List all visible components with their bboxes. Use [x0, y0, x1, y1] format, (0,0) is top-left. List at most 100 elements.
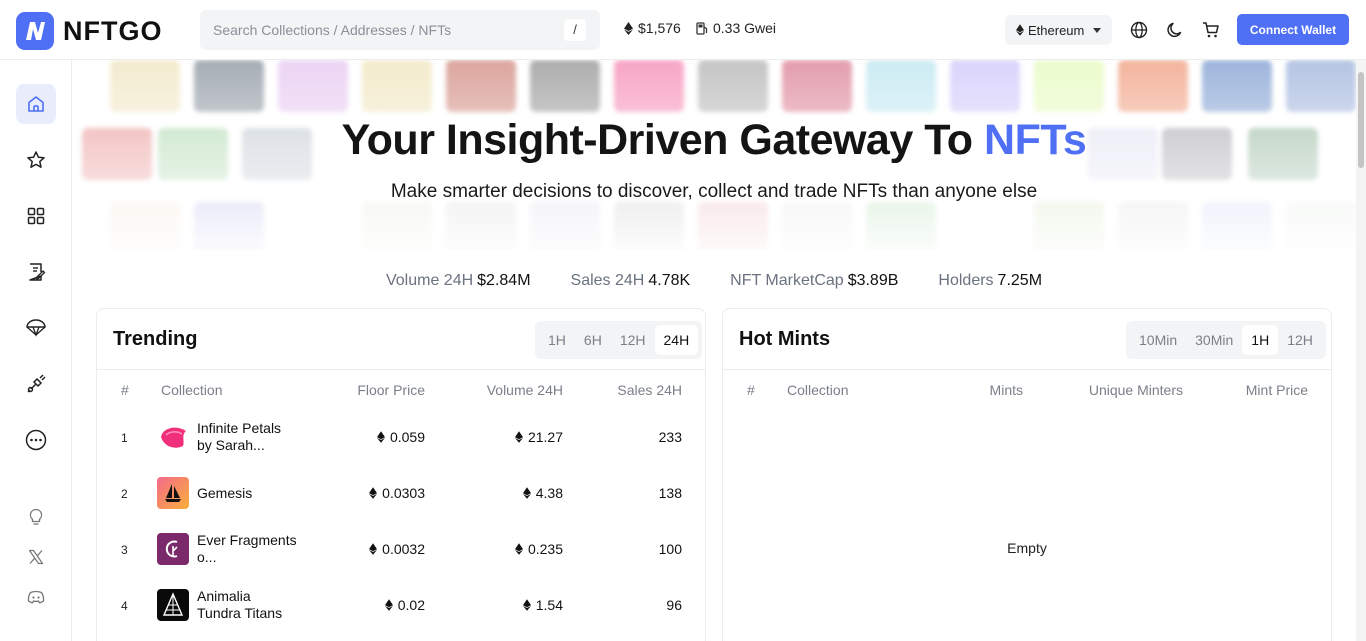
sidebar-item-reports[interactable]: [16, 252, 56, 292]
collection-thumbnail: [157, 477, 189, 509]
sidebar-item-tips[interactable]: [16, 497, 56, 537]
eth-icon: [1016, 24, 1024, 36]
parachute-icon: [26, 319, 46, 337]
col-unique-minters[interactable]: Unique Minters: [1053, 382, 1183, 398]
tab-24h[interactable]: 24H: [654, 325, 699, 355]
discord-icon: [27, 590, 45, 604]
floor-value: 0.059: [389, 429, 425, 445]
sidebar-nav: [0, 60, 72, 641]
sidebar-item-home[interactable]: [16, 84, 56, 124]
star-icon: [27, 151, 45, 168]
sales: 100: [567, 541, 682, 557]
table-row[interactable]: 2 Gemesis 0.0303 4.38 138: [97, 465, 705, 521]
sidebar-item-watchlist[interactable]: [16, 140, 56, 180]
collection-thumbnail: [157, 589, 189, 621]
floor-price: 0.059: [297, 429, 425, 445]
col-floor-price[interactable]: Floor Price: [297, 382, 425, 398]
sidebar-item-discord[interactable]: [16, 577, 56, 617]
sidebar-item-api[interactable]: [16, 364, 56, 404]
col-volume[interactable]: Volume 24H: [437, 382, 563, 398]
floor-value: 0.0303: [382, 485, 425, 501]
stat-marketcap: NFT MarketCap $3.89B: [730, 272, 898, 290]
eth-icon: [369, 487, 378, 499]
sales-value: 100: [658, 541, 682, 557]
scrollbar-thumb[interactable]: [1358, 72, 1364, 168]
stat-sales: Sales 24H 4.78K: [571, 272, 691, 290]
sidebar-item-collections[interactable]: [16, 196, 56, 236]
row-rank: 3: [121, 543, 128, 557]
search-shortcut-key: /: [564, 19, 586, 41]
volume-value: 0.235: [527, 541, 563, 557]
moon-icon[interactable]: [1165, 20, 1185, 40]
table-row[interactable]: 1 Infinite Petals by Sarah... 0.059 21.2…: [97, 409, 705, 465]
top-header: NFTGO / $1,576 0.33 Gwei Ethereum Connec…: [0, 0, 1366, 60]
col-sales[interactable]: Sales 24H: [567, 382, 682, 398]
sales: 233: [567, 429, 682, 445]
tab-12h[interactable]: 12H: [611, 325, 655, 355]
row-rank: 4: [121, 599, 128, 613]
floor-price: 0.0303: [297, 485, 425, 501]
col-rank: #: [747, 382, 755, 398]
empty-state: Empty: [1007, 540, 1047, 556]
search-box[interactable]: /: [200, 10, 600, 50]
title-main: Your Insight-Driven Gateway To: [341, 116, 985, 164]
eth-icon: [514, 543, 523, 555]
hot-mints-title: Hot Mints: [739, 328, 831, 350]
collection-thumbnail: [157, 421, 189, 453]
table-row[interactable]: 3 Ever Fragments o... 0.0032 0.235 100: [97, 521, 705, 577]
brand-name: NFTGO: [63, 15, 163, 46]
col-mints[interactable]: Mints: [923, 382, 1023, 398]
globe-icon[interactable]: [1129, 20, 1149, 40]
title-accent: NFTs: [984, 116, 1087, 164]
sidebar-item-more[interactable]: [16, 420, 56, 460]
trending-range-tabs: 1H 6H 12H 24H: [535, 321, 703, 359]
eth-icon: [624, 21, 633, 35]
search-input[interactable]: [200, 10, 540, 50]
eth-icon: [522, 599, 531, 611]
stat-volume: Volume 24H $2.84M: [386, 272, 531, 290]
sales-value: 233: [658, 429, 682, 445]
chevron-down-icon: [1093, 28, 1101, 33]
tab-1h[interactable]: 1H: [1242, 325, 1279, 355]
divider: [723, 369, 1331, 370]
sidebar-item-twitter[interactable]: [16, 537, 56, 577]
collection-name[interactable]: Ever Fragments o...: [197, 532, 297, 566]
tab-12h[interactable]: 12H: [1278, 325, 1322, 355]
col-collection: Collection: [787, 382, 849, 398]
eth-price: $1,576: [624, 20, 681, 36]
brand-logo[interactable]: NFTGO: [16, 12, 163, 50]
nftgo-logo-icon: [16, 12, 54, 50]
tab-6h[interactable]: 6H: [575, 325, 611, 355]
tab-30min[interactable]: 30Min: [1186, 325, 1242, 355]
sales: 96: [567, 597, 682, 613]
grid-icon: [27, 207, 45, 225]
table-row[interactable]: 4 Animalia Tundra Titans 0.02 1.54 96: [97, 577, 705, 633]
eth-icon: [522, 487, 531, 499]
eth-icon: [384, 599, 393, 611]
stat-label: NFT MarketCap: [730, 272, 844, 289]
connect-wallet-button[interactable]: Connect Wallet: [1237, 14, 1349, 45]
col-mint-price[interactable]: Mint Price: [1193, 382, 1308, 398]
stat-value: $3.89B: [847, 272, 899, 289]
volume-value: 21.27: [527, 429, 563, 445]
collection-name[interactable]: Gemesis: [197, 485, 297, 502]
tab-10min[interactable]: 10Min: [1130, 325, 1186, 355]
collection-name[interactable]: Infinite Petals by Sarah...: [197, 420, 297, 454]
floor-value: 0.02: [397, 597, 425, 613]
collection-name[interactable]: Animalia Tundra Titans: [197, 588, 297, 622]
page-scrollbar[interactable]: [1356, 60, 1366, 641]
sales-value: 96: [666, 597, 682, 613]
chain-selector[interactable]: Ethereum: [1005, 15, 1112, 45]
stat-holders: Holders 7.25M: [938, 272, 1042, 290]
floor-value: 0.0032: [382, 541, 425, 557]
tab-1h[interactable]: 1H: [539, 325, 575, 355]
volume-value: 1.54: [535, 597, 563, 613]
volume: 1.54: [437, 597, 563, 613]
eth-icon: [514, 431, 523, 443]
hot-mints-range-tabs: 10Min 30Min 1H 12H: [1126, 321, 1326, 359]
page-subtitle: Make smarter decisions to discover, coll…: [390, 181, 1038, 202]
cart-icon[interactable]: [1201, 20, 1221, 40]
sidebar-item-airdrops[interactable]: [16, 308, 56, 348]
divider: [97, 369, 705, 370]
stat-value: 4.78K: [648, 272, 691, 289]
